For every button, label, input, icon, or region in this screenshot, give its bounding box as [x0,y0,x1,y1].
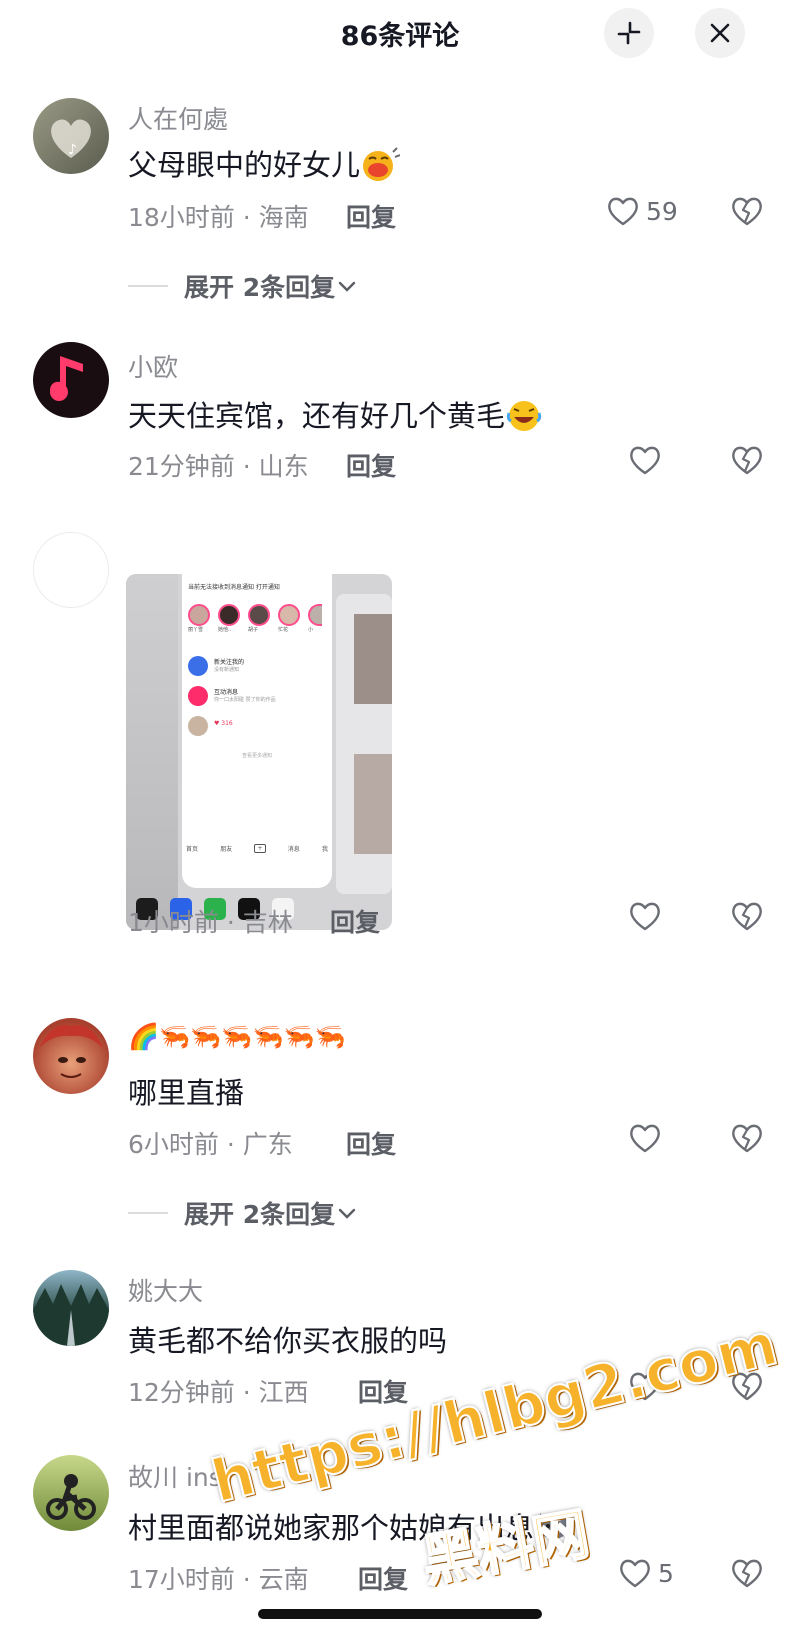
reply-button[interactable]: 回复 [346,1125,396,1161]
comment-username[interactable]: 人在何處 [128,100,228,136]
chevron-down-icon [338,281,356,292]
comment-count-title: 86条评论 [340,21,460,52]
laughing-face-emoji-icon [505,397,543,440]
comment-text: 父母眼中的好女儿 [128,142,401,189]
expand-replies-label: 展开 2条回复 [184,1200,336,1229]
comment-meta: 21分钟前 · 山东 [128,452,309,481]
notification-banner: 当前无法接收到消息通知 打开通知 [188,584,280,591]
collapse-button[interactable] [604,8,654,58]
dislike-button[interactable] [730,444,764,480]
svg-text:♪: ♪ [68,142,77,158]
comment-location: 云南 [258,1565,309,1594]
comment-location: 江西 [258,1378,309,1407]
story-row: 丽丫雪 她他.. 胡子 忙花 小 [188,604,322,633]
avatar[interactable] [33,1018,109,1094]
comment-location: 吉林 [242,908,293,937]
dislike-button[interactable] [730,1557,764,1593]
story-item: 她他.. [218,604,242,633]
embedded-tab-bar: 首页 朋友 + 消息我 [186,844,328,853]
collapse-icon [617,21,641,45]
comments-header: 86条评论 [0,0,800,66]
avatar[interactable]: ♪ [33,98,109,174]
comment-text: 黄毛都不给你买衣服的吗 [128,1324,448,1358]
heart-icon [630,1124,660,1153]
heart-icon [630,446,660,475]
comment-location: 广东 [242,1130,293,1159]
home-indicator [258,1609,542,1619]
like-button[interactable] [628,900,662,932]
story-item: 丽丫雪 [188,604,212,633]
dislike-button[interactable] [730,900,764,936]
thumbnail [354,614,392,704]
music-note-avatar-icon [50,356,83,401]
comment-time: 6小时前 [128,1130,219,1159]
comment-text-content: 父母眼中的好女儿 [128,148,361,182]
chevron-down-icon [338,1208,356,1219]
heart-icon [608,197,638,226]
broken-heart-icon [732,197,762,226]
like-button[interactable]: 5 [618,1557,674,1589]
broken-heart-icon [732,446,762,475]
anime-character-avatar-icon [39,1024,103,1078]
reply-button[interactable]: 回复 [346,198,396,234]
comment-time: 18小时前 [128,203,235,232]
comment-location: 山东 [258,452,309,481]
comment-time: 21分钟前 [128,452,235,481]
broken-heart-icon [732,1124,762,1153]
reply-button[interactable]: 回复 [346,447,396,483]
like-count: 59 [646,196,678,226]
comment-text: 天天住宾馆，还有好几个黄毛 [128,393,543,440]
avatar[interactable] [33,532,109,608]
comment-username[interactable]: 姚大大 [128,1272,203,1308]
thumbnail [354,754,392,854]
heart-icon [620,1559,650,1588]
comment-text: 哪里直播 [128,1076,245,1110]
comment-image[interactable]: 当前无法接收到消息通知 打开通知 丽丫雪 她他.. 胡子 忙花 小 新关注我的 … [126,574,392,930]
comment-username[interactable]: 小欧 [128,348,178,384]
avatar[interactable] [33,1455,109,1531]
comment-username[interactable]: 🌈🦐🦐🦐🦐🦐🦐 [128,1022,346,1052]
blurred-app-card [336,594,392,894]
expand-replies-label: 展开 2条回复 [184,273,336,302]
comment-meta: 6小时前 · 广东 [128,1130,293,1159]
broken-heart-icon [732,1559,762,1588]
comment-meta: 1小时前 · 吉林 [128,908,293,937]
expand-replies-button[interactable]: 展开 2条回复 [128,268,359,304]
story-item: 小 [308,604,322,633]
reply-button[interactable]: 回复 [358,1560,408,1596]
dislike-button[interactable] [730,195,764,231]
close-button[interactable] [695,8,745,58]
expand-replies-button[interactable]: 展开 2条回复 [128,1195,359,1231]
dislike-button[interactable] [730,1122,764,1158]
comment-meta: 17小时前 · 云南 [128,1565,309,1594]
forest-road-avatar-icon [33,1284,109,1346]
kissing-face-emoji-icon [360,146,401,189]
story-item: 胡子 [248,604,272,633]
like-button[interactable] [628,1122,662,1154]
broken-heart-icon [732,902,762,931]
message-app-card: 当前无法接收到消息通知 打开通知 丽丫雪 她他.. 胡子 忙花 小 新关注我的 … [182,574,332,888]
like-button[interactable] [628,444,662,476]
comment-time: 1小时前 [128,908,219,937]
avatar[interactable] [33,342,109,418]
heart-photo-avatar-icon: ♪ [51,119,91,158]
blurred-app-card [126,574,178,930]
comment-time: 17小时前 [128,1565,235,1594]
comment-location: 海南 [258,203,309,232]
divider [128,285,168,287]
like-count: 5 [658,1558,674,1588]
comment-text-content: 天天住宾馆，还有好几个黄毛 [128,399,506,433]
reply-button[interactable]: 回复 [330,903,380,939]
comment-time: 12分钟前 [128,1378,235,1407]
story-item: 忙花 [278,604,302,633]
comment-meta: 12分钟前 · 江西 [128,1378,309,1407]
see-more-label: 查看更多通知 [241,753,272,759]
like-button[interactable]: 59 [606,195,678,227]
motorcycle-rider-avatar-icon [46,1474,96,1520]
comment-meta: 18小时前 · 海南 [128,203,309,232]
divider [128,1212,168,1214]
heart-icon [630,902,660,931]
avatar[interactable] [33,1270,109,1346]
close-icon [710,23,730,43]
